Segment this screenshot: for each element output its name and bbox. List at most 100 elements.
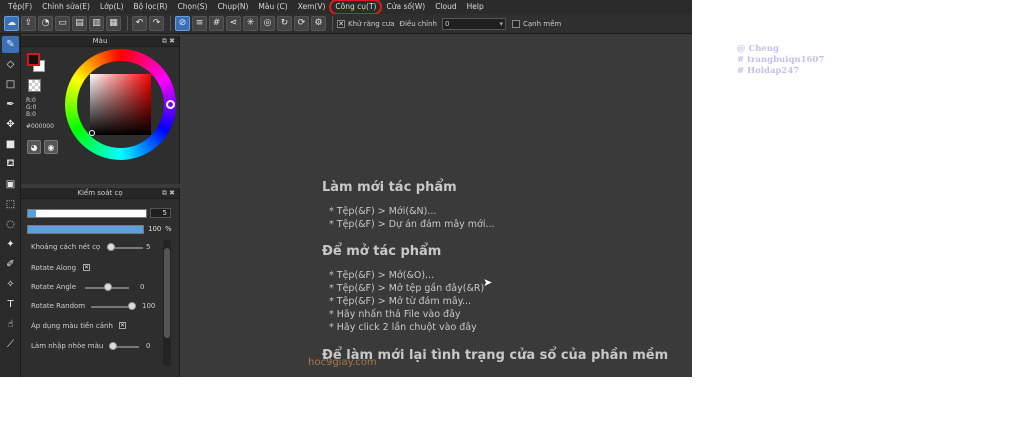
toolbar-divider [332, 16, 333, 31]
color-history-icon[interactable]: ◉ [44, 140, 58, 154]
menu-help[interactable]: Help [462, 0, 489, 14]
open-work-heading: Để mở tác phẩm [322, 244, 442, 259]
brush-opacity-value: 100 [148, 225, 162, 233]
menu-edit[interactable]: Chỉnh sửa(E) [37, 0, 95, 14]
comment-icon[interactable]: ▭ [55, 16, 70, 31]
menu-view[interactable]: Xem(V) [293, 0, 331, 14]
cross-snap-icon[interactable]: # [209, 16, 224, 31]
grid-layout-icon[interactable]: ▦ [106, 16, 121, 31]
select-eraser-tool-icon[interactable]: ✧ [2, 276, 19, 293]
saturation-value-square[interactable] [90, 74, 151, 135]
toolbar-divider [127, 16, 128, 31]
antialias-checkbox[interactable]: ✕ [337, 19, 345, 28]
rotate-random-label: Rotate Random [31, 302, 86, 310]
pages-icon[interactable]: ▥ [89, 16, 104, 31]
apply-fg-color-label: Áp dụng màu tiền cảnh [31, 322, 113, 330]
brush-opacity-unit: % [165, 225, 172, 233]
panel-close-icon[interactable]: ⧉ ✖ [162, 188, 175, 199]
dot-tool-icon[interactable]: □ [2, 76, 19, 93]
hue-marker[interactable] [166, 100, 175, 109]
brush-control-panel: Kiểm soát cọ ⧉ ✖ 5 100 % Khoảng cách nét… [21, 188, 180, 377]
menu-cloud[interactable]: Cloud [430, 0, 461, 14]
brush-tool-icon[interactable]: ✎ [2, 36, 19, 53]
settings-snap-icon[interactable]: ⚙ [311, 16, 326, 31]
lasso-tool-icon[interactable]: ◌ [2, 216, 19, 233]
color-panel-title: Màu [92, 37, 108, 45]
undo-icon[interactable]: ↶ [132, 16, 147, 31]
pen-tool-icon[interactable]: ✒ [2, 96, 19, 113]
menu-select[interactable]: Chọn(S) [172, 0, 212, 14]
menu-bar: Tệp(F) Chỉnh sửa(E) Lớp(L) Bộ lọc(R) Chọ… [0, 0, 692, 15]
brush-panel-scrollbar[interactable] [163, 240, 171, 366]
rotate-snap-icon[interactable]: ⟳ [294, 16, 309, 31]
rotate-angle-slider-knob[interactable] [104, 283, 112, 291]
circle-snap-icon[interactable]: ◎ [260, 16, 275, 31]
spacing-value: 5 [146, 243, 151, 251]
speech-bubble-icon[interactable]: ◔ [38, 16, 53, 31]
radial-snap-icon[interactable]: ✳ [243, 16, 258, 31]
spacing-slider-knob[interactable] [107, 243, 115, 251]
fill-rect-tool-icon[interactable]: ■ [2, 136, 19, 153]
palette-icon[interactable]: ◕ [27, 140, 41, 154]
sv-marker[interactable] [89, 130, 95, 136]
color-panel: Màu ⧉ ✖ R:0 G:0 B:0 #000000 ◕ ◉ [21, 36, 180, 184]
soft-edge-checkbox[interactable] [512, 19, 520, 28]
color-blur-slider-knob[interactable] [109, 342, 117, 350]
open-work-item: * Hãy click 2 lần chuột vào đây [329, 322, 477, 333]
rotate-along-label: Rotate Along [31, 264, 77, 272]
rotate-along-checkbox[interactable]: ✕ [83, 264, 90, 271]
side-tag-site: # Hoidap247 [737, 66, 800, 76]
medibang-paint-window: Tệp(F) Chỉnh sửa(E) Lớp(L) Bộ lọc(R) Chọ… [0, 0, 692, 377]
brush-opacity-bar[interactable] [27, 225, 144, 234]
panel-close-icon[interactable]: ⧉ ✖ [162, 36, 175, 47]
open-work-item: * Tệp(&F) > Mở(&O)... [329, 270, 435, 281]
menu-window[interactable]: Cửa số(W) [381, 0, 430, 14]
color-panel-header: Màu ⧉ ✖ [21, 36, 179, 47]
parallel-snap-icon[interactable]: ≡ [192, 16, 207, 31]
magic-wand-tool-icon[interactable]: ✦ [2, 236, 19, 253]
new-work-heading: Làm mới tác phẩm [322, 180, 457, 195]
gradient-tool-icon[interactable]: ▣ [2, 176, 19, 193]
upload-icon[interactable]: ⇪ [21, 16, 36, 31]
menu-layer[interactable]: Lớp(L) [95, 0, 129, 14]
no-snap-icon[interactable]: ⊘ [175, 16, 190, 31]
brush-size-bar[interactable] [27, 209, 147, 218]
rotate-angle-value: 0 [140, 283, 145, 291]
cloud-icon[interactable]: ☁ [4, 16, 19, 31]
tool-box: ✎ ◇ □ ✒ ✥ ■ ⛾ ▣ ⬚ ◌ ✦ ✐ ✧ T ☝ ⟋ [0, 34, 21, 377]
text-tool-icon[interactable]: T [2, 296, 19, 313]
apply-fg-color-checkbox[interactable]: ✕ [119, 322, 126, 329]
transparent-color-swatch[interactable] [28, 79, 41, 92]
scrollbar-thumb[interactable] [164, 248, 170, 338]
eraser-tool-icon[interactable]: ◇ [2, 56, 19, 73]
hand-tool-icon[interactable]: ☝ [2, 316, 19, 333]
foreground-color-swatch[interactable] [27, 53, 40, 66]
hex-value: #000000 [26, 123, 54, 130]
menu-snap[interactable]: Chụp(N) [212, 0, 253, 14]
menu-file[interactable]: Tệp(F) [3, 0, 37, 14]
color-blur-label: Làm nhập nhòe màu [31, 342, 104, 350]
blue-value: B:0 [26, 111, 36, 118]
main-toolbar: ☁ ⇪ ◔ ▭ ▤ ▥ ▦ ↶ ↷ ⊘ ≡ # ⋖ ✳ ◎ ↻ ⟳ ⚙ ✕ Kh… [0, 14, 692, 34]
page-icon[interactable]: ▤ [72, 16, 87, 31]
soft-edge-label: Cạnh mềm [523, 19, 562, 28]
brush-size-value[interactable]: 5 [150, 208, 171, 218]
rotate-random-value: 100 [142, 302, 156, 310]
eyedropper-tool-icon[interactable]: ⟋ [2, 336, 19, 353]
screenshot-stage: Tệp(F) Chỉnh sửa(E) Lớp(L) Bộ lọc(R) Chọ… [0, 0, 1024, 438]
menu-tools[interactable]: Công cụ(T) [329, 0, 383, 15]
adjust-label: Điều chỉnh [399, 19, 437, 28]
bucket-tool-icon[interactable]: ⛾ [2, 156, 19, 173]
menu-filter[interactable]: Bộ lọc(R) [129, 0, 173, 14]
menu-color[interactable]: Màu (C) [253, 0, 292, 14]
open-work-item: * Tệp(&F) > Mở từ đám mây... [329, 296, 472, 307]
curve-snap-icon[interactable]: ↻ [277, 16, 292, 31]
vanishing-snap-icon[interactable]: ⋖ [226, 16, 241, 31]
select-pen-tool-icon[interactable]: ✐ [2, 256, 19, 273]
rotate-random-slider-knob[interactable] [128, 302, 136, 310]
move-tool-icon[interactable]: ✥ [2, 116, 19, 133]
mouse-cursor-icon: ➤ [483, 276, 493, 289]
adjust-select[interactable]: 0 [442, 17, 506, 30]
redo-icon[interactable]: ↷ [149, 16, 164, 31]
select-tool-icon[interactable]: ⬚ [2, 196, 19, 213]
